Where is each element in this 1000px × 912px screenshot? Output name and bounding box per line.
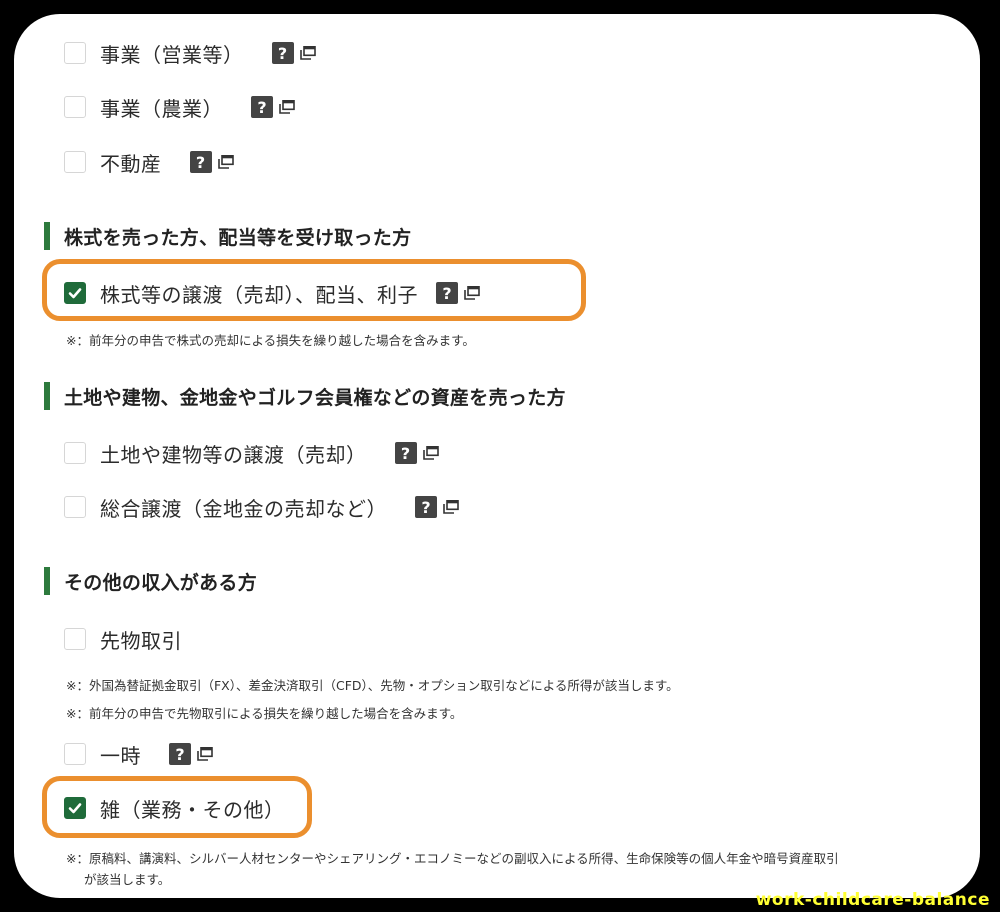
question-icon[interactable]: ? [189, 151, 212, 173]
label-stock-transfer: 株式等の譲渡（売却）、配当、利子 [100, 282, 418, 307]
note-misc-line1: ※：原稿料、講演料、シルバー人材センターやシェアリング・エコノミーなどの副収入に… [66, 851, 839, 866]
label-real-estate: 不動産 [100, 151, 162, 176]
checkbox-temporary[interactable] [64, 743, 86, 765]
income-item-land-transfer[interactable]: 土地や建物等の譲渡（売却） ? [64, 438, 439, 468]
income-item-misc[interactable]: 雑（業務・その他） [64, 793, 285, 823]
question-icon[interactable]: ? [251, 96, 273, 118]
label-general-transfer: 総合譲渡（金地金の売却など） [100, 496, 387, 521]
question-icon[interactable]: ? [271, 42, 294, 64]
label-futures: 先物取引 [100, 628, 182, 653]
checkbox-land-transfer[interactable] [64, 442, 86, 464]
new-window-icon[interactable] [299, 46, 316, 60]
form-panel: 事業（営業等） ? 事業（農業） ? 不動産 ? 株式を売った方、配当等を受け取… [14, 14, 980, 898]
note-futures-fx: ※：外国為替証拠金取引（FX）、差金決済取引（CFD）、先物・オプション取引など… [66, 678, 679, 693]
section-bar [44, 222, 50, 250]
income-item-stock-transfer[interactable]: 株式等の譲渡（売却）、配当、利子 ? [64, 278, 480, 308]
label-misc: 雑（業務・その他） [100, 797, 285, 822]
section-bar [44, 567, 50, 595]
income-item-futures[interactable]: 先物取引 [64, 624, 182, 654]
section-title-other-income: その他の収入がある方 [64, 571, 258, 594]
new-window-icon[interactable] [279, 100, 295, 114]
note-misc-line2: が該当します。 [84, 872, 171, 887]
label-land-transfer: 土地や建物等の譲渡（売却） [100, 442, 367, 467]
question-icon[interactable]: ? [169, 743, 191, 765]
note-stock-loss: ※：前年分の申告で株式の売却による損失を繰り越した場合を含みます。 [66, 333, 475, 348]
section-heading-other-income: その他の収入がある方 [44, 567, 257, 595]
income-item-real-estate[interactable]: 不動産 ? [64, 147, 234, 177]
new-window-icon[interactable] [422, 446, 439, 460]
checkbox-real-estate[interactable] [64, 151, 86, 173]
note-futures-loss: ※：前年分の申告で先物取引による損失を繰り越した場合を含みます。 [66, 706, 463, 721]
income-item-business-agri[interactable]: 事業（農業） ? [64, 92, 295, 122]
checkmark-icon [68, 288, 82, 299]
new-window-icon[interactable] [443, 500, 459, 514]
checkbox-futures[interactable] [64, 628, 86, 650]
income-item-business-sales[interactable]: 事業（営業等） ? [64, 38, 316, 68]
section-title-stocks: 株式を売った方、配当等を受け取った方 [64, 226, 412, 249]
label-business-sales: 事業（営業等） [100, 42, 244, 67]
checkbox-business-sales[interactable] [64, 42, 86, 64]
question-icon[interactable]: ? [415, 496, 437, 518]
question-icon[interactable]: ? [394, 442, 417, 464]
income-item-temporary[interactable]: 一時 ? [64, 739, 213, 769]
section-bar [44, 382, 50, 410]
checkbox-business-agri[interactable] [64, 96, 86, 118]
checkbox-general-transfer[interactable] [64, 496, 86, 518]
checkbox-stock-transfer[interactable] [64, 282, 86, 304]
checkbox-misc[interactable] [64, 797, 86, 819]
new-window-icon[interactable] [464, 286, 480, 300]
watermark-text: work-childcare-balance [755, 890, 990, 910]
checkmark-icon [68, 803, 82, 814]
section-title-assets: 土地や建物、金地金やゴルフ会員権などの資産を売った方 [64, 386, 566, 409]
label-temporary: 一時 [100, 743, 141, 768]
new-window-icon[interactable] [197, 747, 213, 761]
section-heading-stocks: 株式を売った方、配当等を受け取った方 [44, 222, 411, 250]
section-heading-assets: 土地や建物、金地金やゴルフ会員権などの資産を売った方 [44, 382, 566, 410]
new-window-icon[interactable] [217, 155, 234, 169]
label-business-agri: 事業（農業） [100, 96, 223, 121]
income-item-general-transfer[interactable]: 総合譲渡（金地金の売却など） ? [64, 492, 459, 522]
question-icon[interactable]: ? [436, 282, 458, 304]
